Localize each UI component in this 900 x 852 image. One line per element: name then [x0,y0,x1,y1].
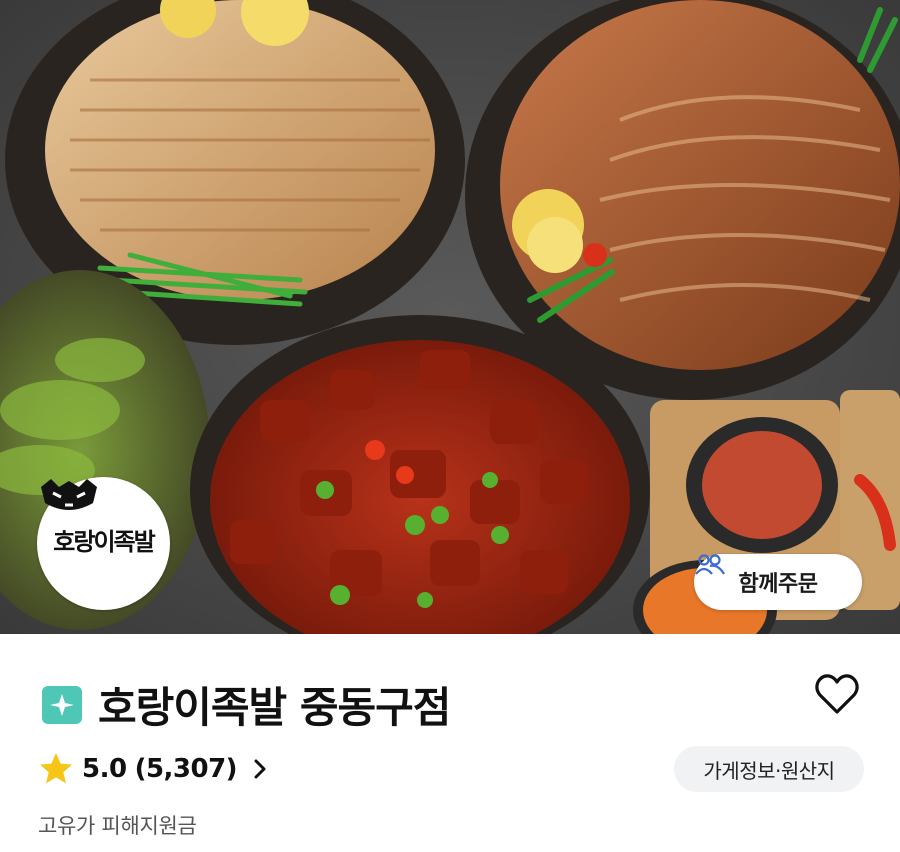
heart-icon[interactable] [814,672,860,716]
rating-link[interactable]: 5.0 (5,307) [38,752,267,786]
people-icon [695,554,725,575]
store-name: 호랑이족발 중동구점 [98,683,451,732]
subsidy-label: 고유가 피해지원금 [38,814,197,838]
store-logo-text: 호랑이족발 [53,527,155,556]
sparkle-badge-icon [42,685,82,724]
store-hero-image: 호랑이족발 함께주문 [0,0,900,634]
star-icon [40,753,72,784]
store-info-origin-label: 가게정보·원산지 [703,758,835,783]
rating-value: 5.0 [82,754,127,784]
tiger-icon [41,479,97,510]
review-count: (5,307) [134,754,238,784]
store-info-section: 호랑이족발 중동구점 5.0 (5,307) 가게정보·원산지 고유가 피해지원… [0,634,900,852]
store-title-row: 호랑이족발 중동구점 [42,674,451,735]
group-order-button[interactable]: 함께주문 [694,554,862,610]
store-logo: 호랑이족발 [37,477,170,610]
group-order-label: 함께주문 [738,572,818,597]
store-info-origin-button[interactable]: 가게정보·원산지 [674,746,864,792]
chevron-right-icon [254,759,266,779]
